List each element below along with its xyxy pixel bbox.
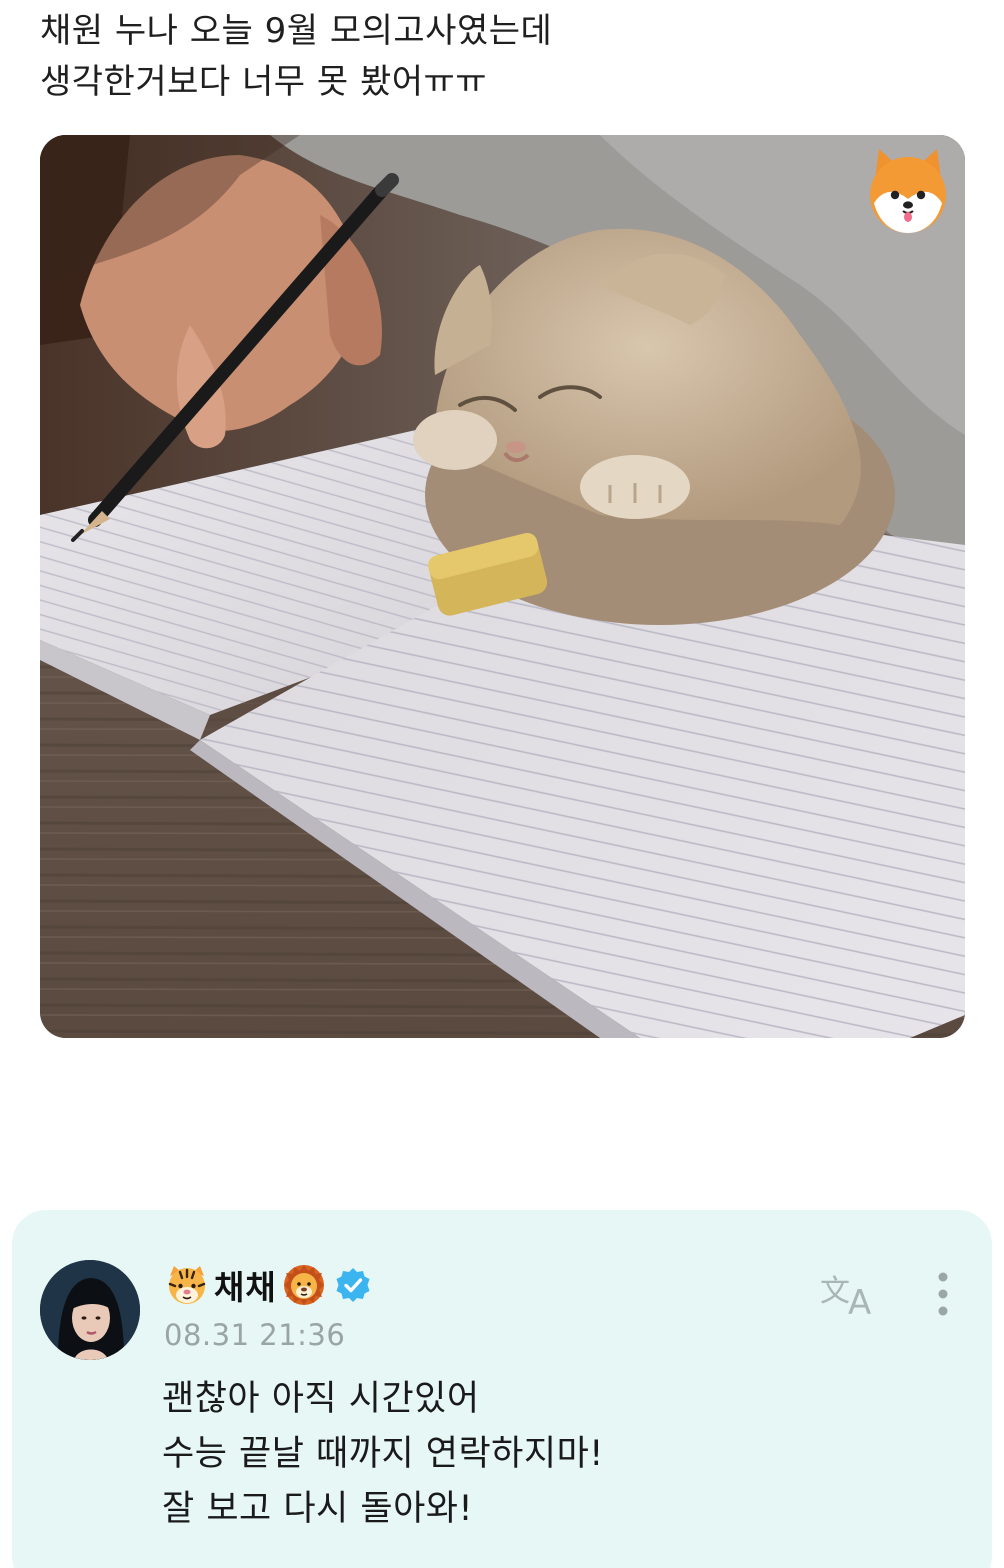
post-text-line: 채원 누나 오늘 9월 모의고사였는데 <box>40 11 553 51</box>
reply-line: 잘 보고 다시 돌아와! <box>162 1489 474 1529</box>
shiba-dog-icon[interactable] <box>865 145 951 235</box>
post-text-line: 생각한거보다 너무 못 봤어ㅠㅠ <box>40 62 488 102</box>
svg-text:A: A <box>848 1283 871 1318</box>
reply-card: 채채 08.31 21:36 文 A 괜찮아 아직 시간있어 수능 끝날 때까지… <box>12 1210 992 1568</box>
reply-line: 괜찮아 아직 시간있어 <box>162 1379 480 1419</box>
reply-line: 수능 끝날 때까지 연락하지마! <box>162 1434 604 1474</box>
svg-text:文: 文 <box>820 1274 850 1309</box>
translate-button[interactable]: 文 A <box>820 1268 880 1318</box>
more-options-button[interactable] <box>926 1270 960 1318</box>
cat-photo-illustration <box>40 135 965 1038</box>
translate-icon: 文 A <box>820 1274 871 1318</box>
avatar[interactable] <box>40 1260 140 1360</box>
more-vertical-icon <box>938 1272 948 1316</box>
reply-author-row: 채채 <box>166 1262 371 1308</box>
verified-badge-icon <box>335 1267 371 1303</box>
reply-timestamp: 08.31 21:36 <box>164 1318 346 1352</box>
lion-face-icon <box>283 1264 325 1306</box>
reply-username[interactable]: 채채 <box>214 1261 277 1309</box>
post-text: 채원 누나 오늘 9월 모의고사였는데 생각한거보다 너무 못 봤어ㅠㅠ <box>40 6 940 108</box>
tiger-face-icon <box>166 1264 208 1306</box>
reply-message: 괜찮아 아직 시간있어 수능 끝날 때까지 연락하지마! 잘 보고 다시 돌아와… <box>162 1372 604 1537</box>
post-photo[interactable] <box>40 135 965 1038</box>
